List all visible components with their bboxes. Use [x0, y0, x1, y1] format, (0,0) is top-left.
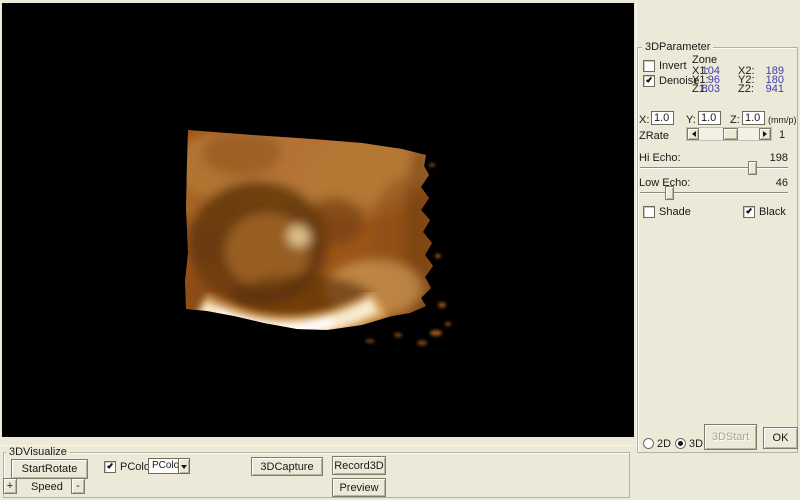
- slider-track[interactable]: [640, 192, 788, 194]
- radio-dot: [678, 441, 683, 446]
- shade-checkbox[interactable]: [643, 206, 655, 218]
- parameter-group-title: 3DParameter: [642, 41, 713, 53]
- chevron-down-icon: [181, 465, 187, 472]
- mode-3d-radio[interactable]: [675, 438, 686, 449]
- record3d-button[interactable]: Record3D: [332, 456, 386, 475]
- arrow-right-icon: [763, 131, 770, 137]
- 3dcapture-button[interactable]: 3DCapture: [251, 457, 323, 476]
- mode-3d-label: 3D: [689, 438, 703, 450]
- slider-track[interactable]: [640, 167, 788, 169]
- check-icon: [746, 207, 752, 214]
- black-label: Black: [759, 206, 786, 218]
- denoise-checkbox[interactable]: [643, 75, 655, 87]
- zrate-scrollbar[interactable]: [686, 127, 772, 141]
- arrow-left-icon: [689, 131, 696, 137]
- x-scale-label: X:: [639, 114, 649, 126]
- parameter-panel: 3DParameter Invert Denoise Zone X1: 104 …: [636, 0, 800, 500]
- ultrasound-render: [2, 3, 634, 437]
- app-window: 3DParameter Invert Denoise Zone X1: 104 …: [0, 0, 800, 500]
- shade-label: Shade: [659, 206, 691, 218]
- zone-z2-label: Z2:: [738, 83, 754, 95]
- zone-z2-value: 941: [758, 83, 784, 95]
- low-echo-slider[interactable]: [640, 186, 788, 200]
- speed-plus-button[interactable]: +: [3, 478, 17, 494]
- scroll-right-button[interactable]: [759, 128, 771, 140]
- parameter-groupbox: 3DParameter Invert Denoise Zone X1: 104 …: [637, 47, 798, 453]
- low-echo-slider-thumb[interactable]: [665, 186, 674, 200]
- start-rotate-button[interactable]: StartRotate: [11, 459, 88, 479]
- black-checkbox[interactable]: [743, 206, 755, 218]
- speed-minus-button[interactable]: -: [71, 478, 85, 494]
- y-scale-label: Y:: [686, 114, 696, 126]
- check-icon: [107, 462, 113, 469]
- pcolor-combobox[interactable]: PColor: [148, 458, 190, 474]
- invert-checkbox[interactable]: [643, 60, 655, 72]
- zrate-scrollbar-thumb[interactable]: [723, 128, 738, 140]
- ultrasound-texture: [167, 118, 452, 348]
- zrate-label: ZRate: [639, 130, 669, 142]
- z-scale-label: Z:: [730, 114, 740, 126]
- hi-echo-slider-thumb[interactable]: [748, 161, 757, 175]
- preview-button[interactable]: Preview: [332, 478, 386, 497]
- speed-label: Speed: [31, 481, 63, 493]
- visualize-panel: 3DVisualize StartRotate + Speed - PColor…: [0, 445, 637, 500]
- dropdown-button[interactable]: [178, 459, 189, 473]
- render-viewport[interactable]: [2, 3, 634, 437]
- y-scale-input[interactable]: [698, 111, 721, 125]
- pcolor-checkbox[interactable]: [104, 461, 116, 473]
- zone-z1-value: 803: [696, 83, 720, 95]
- mode-2d-label: 2D: [657, 438, 671, 450]
- scroll-left-button[interactable]: [687, 128, 699, 140]
- visualize-group-title: 3DVisualize: [6, 446, 70, 458]
- hi-echo-slider[interactable]: [640, 161, 788, 175]
- check-icon: [646, 76, 652, 83]
- z-scale-input[interactable]: [742, 111, 765, 125]
- scale-unit-label: (mm/p): [768, 114, 797, 126]
- zrate-value: 1: [779, 129, 785, 141]
- x-scale-input[interactable]: [651, 111, 674, 125]
- invert-label: Invert: [659, 60, 687, 72]
- mode-2d-radio[interactable]: [643, 438, 654, 449]
- ok-button[interactable]: OK: [763, 427, 798, 449]
- 3dstart-button[interactable]: 3DStart: [704, 424, 757, 450]
